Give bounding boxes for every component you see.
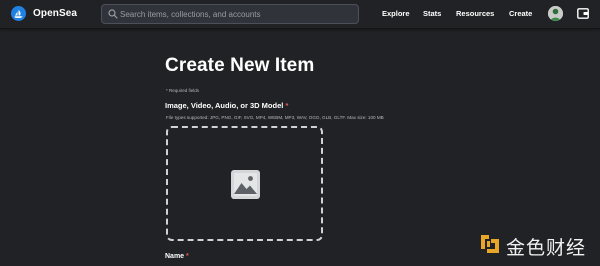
- required-fields-note: * Required fields: [166, 88, 200, 93]
- file-types-hint: File types supported: JPG, PNG, GIF, SVG…: [166, 115, 384, 120]
- name-label-text: Name: [165, 253, 185, 260]
- user-avatar-icon[interactable]: [548, 6, 563, 21]
- wallet-icon[interactable]: [577, 8, 589, 19]
- name-required-asterisk: *: [186, 253, 189, 260]
- brand-name[interactable]: OpenSea: [33, 8, 77, 19]
- opensea-logo-icon[interactable]: [11, 6, 26, 21]
- name-field-label: Name *: [165, 253, 189, 260]
- media-label-text: Image, Video, Audio, or 3D Model: [165, 101, 284, 110]
- nav-explore[interactable]: Explore: [382, 9, 410, 18]
- image-placeholder-icon: [231, 170, 260, 199]
- media-upload-dropzone[interactable]: [166, 126, 323, 241]
- nav-resources[interactable]: Resources: [456, 9, 494, 18]
- search-bar[interactable]: [101, 4, 359, 24]
- jinse-logo-icon: [481, 235, 499, 253]
- top-navbar: OpenSea Explore Stats Resources Create: [0, 0, 600, 29]
- nav-create[interactable]: Create: [509, 9, 532, 18]
- watermark: 金色财经: [479, 232, 591, 259]
- search-input[interactable]: [120, 7, 350, 21]
- page-title: Create New Item: [165, 55, 315, 76]
- media-field-label: Image, Video, Audio, or 3D Model *: [165, 101, 288, 110]
- watermark-text: 金色财经: [506, 237, 587, 259]
- search-icon: [108, 9, 118, 19]
- required-asterisk: *: [285, 101, 289, 110]
- nav-stats[interactable]: Stats: [423, 9, 441, 18]
- page: OpenSea Explore Stats Resources Create C…: [0, 0, 600, 266]
